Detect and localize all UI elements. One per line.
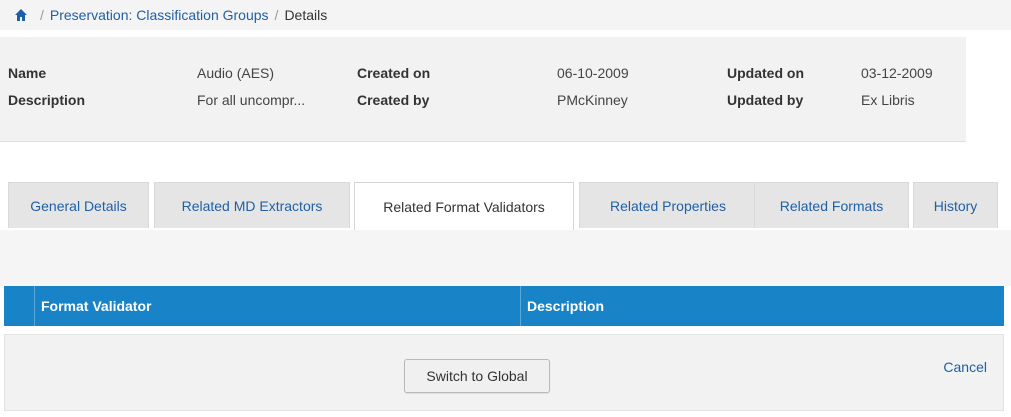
action-bar: Switch to Global Cancel: [4, 334, 1004, 411]
created-by-value: PMcKinney: [557, 92, 628, 108]
description-label: Description: [8, 92, 86, 108]
tab-bar: General Details Related MD Extractors Re…: [8, 182, 998, 230]
column-header-format-validator[interactable]: Format Validator: [41, 286, 151, 326]
breadcrumb: / Preservation: Classification Groups / …: [0, 0, 1011, 30]
select-column-header[interactable]: [4, 286, 35, 326]
cancel-link[interactable]: Cancel: [943, 359, 987, 375]
tab-general-details[interactable]: General Details: [8, 182, 149, 228]
table-header: Format Validator Description: [4, 286, 1004, 326]
tab-related-md-extractors[interactable]: Related MD Extractors: [154, 182, 350, 228]
created-by-label: Created by: [357, 92, 430, 108]
updated-by-value: Ex Libris: [861, 92, 915, 108]
breadcrumb-separator: /: [40, 7, 44, 23]
updated-by-label: Updated by: [727, 92, 804, 108]
breadcrumb-link-classification-groups[interactable]: Preservation: Classification Groups: [50, 7, 269, 23]
switch-to-global-button[interactable]: Switch to Global: [404, 359, 550, 393]
tab-related-properties[interactable]: Related Properties: [579, 182, 757, 228]
breadcrumb-current: Details: [284, 7, 328, 23]
created-on-value: 06-10-2009: [557, 65, 629, 81]
updated-on-value: 03-12-2009: [861, 65, 933, 81]
summary-panel: Name Audio (AES) Description For all unc…: [0, 37, 966, 142]
name-label: Name: [8, 65, 47, 81]
description-value: For all uncompr...: [197, 92, 306, 108]
column-divider: [520, 286, 521, 326]
name-value: Audio (AES): [197, 65, 275, 81]
created-on-label: Created on: [357, 65, 431, 81]
column-header-description[interactable]: Description: [527, 286, 604, 326]
tab-related-format-validators[interactable]: Related Format Validators: [354, 182, 574, 230]
tab-history[interactable]: History: [913, 182, 998, 228]
updated-on-label: Updated on: [727, 65, 804, 81]
tab-content-area: [0, 230, 1011, 286]
breadcrumb-separator: /: [274, 7, 279, 23]
tab-related-formats[interactable]: Related Formats: [754, 182, 909, 228]
home-icon[interactable]: [14, 8, 28, 22]
